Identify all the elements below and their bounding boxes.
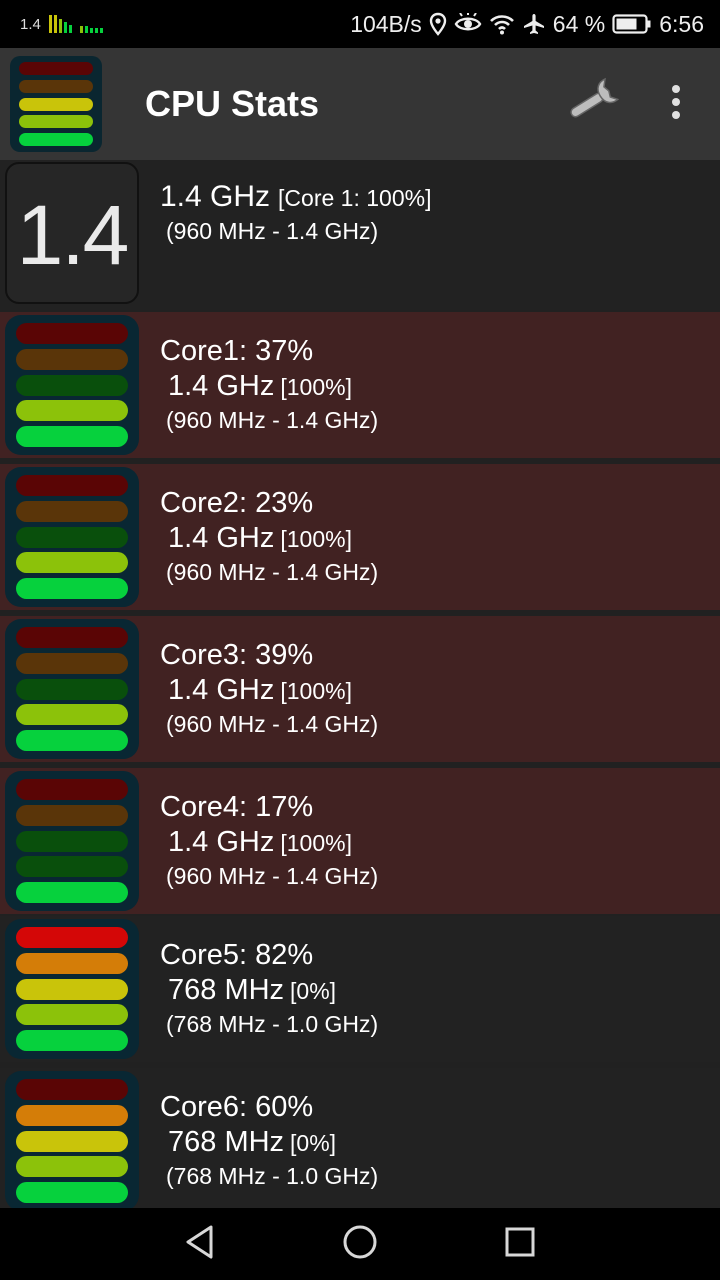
- core-frequency: 768 MHz: [168, 1126, 285, 1158]
- navigation-bar: [0, 1208, 720, 1280]
- core-frequency: 1.4 GHz: [168, 826, 275, 858]
- core-load-meter-icon: [5, 467, 139, 607]
- core-frequency-range: (960 MHz - 1.4 GHz): [166, 407, 379, 433]
- overall-frequency-range: (960 MHz - 1.4 GHz): [166, 218, 379, 244]
- recents-icon: [504, 1226, 536, 1263]
- wifi-icon: [489, 13, 515, 35]
- core-name-load: Core2: 23%: [160, 487, 314, 519]
- equalizer-small-icon: [79, 15, 103, 33]
- core-row[interactable]: Core6: 60% 768 MHz [0%] (768 MHz - 1.0 GH…: [0, 1068, 720, 1211]
- core-name-load: Core6: 60%: [160, 1091, 314, 1123]
- core-frequency: 1.4 GHz: [168, 674, 275, 706]
- status-indicators: 104B/s 64 % 6:56: [350, 0, 704, 48]
- core-name-load: Core1: 37%: [160, 335, 314, 367]
- status-notifications: 1.4: [20, 0, 103, 48]
- core-name-load: Core4: 17%: [160, 791, 314, 823]
- core-row[interactable]: Core2: 23% 1.4 GHz [100%] (960 MHz - 1.4 …: [0, 464, 720, 610]
- location-icon: [429, 12, 447, 36]
- wrench-icon: [560, 77, 622, 132]
- summary-text: 1.4 GHz [Core 1: 100%] (960 MHz - 1.4 GHz…: [160, 180, 431, 245]
- eye-icon: [454, 13, 482, 35]
- core-frequency-range: (960 MHz - 1.4 GHz): [166, 559, 379, 585]
- core-frequency-percent: [100%]: [280, 830, 352, 856]
- equalizer-icon: [48, 15, 72, 33]
- airplane-icon: [522, 12, 546, 36]
- app-logo-icon: [10, 56, 102, 152]
- core-load-meter-icon: [5, 315, 139, 455]
- core-row[interactable]: Core3: 39% 1.4 GHz [100%] (960 MHz - 1.4 …: [0, 616, 720, 762]
- core-row[interactable]: Core5: 82% 768 MHz [0%] (768 MHz - 1.0 GH…: [0, 916, 720, 1062]
- battery-icon: [612, 13, 652, 35]
- core-frequency-range: (960 MHz - 1.4 GHz): [166, 711, 379, 737]
- clock: 6:56: [659, 10, 704, 37]
- home-icon: [342, 1224, 378, 1265]
- back-button[interactable]: [160, 1216, 240, 1272]
- status-bar: 1.4 104B/s 64 % 6:56: [0, 0, 720, 48]
- cpu-notification-text: 1.4: [20, 15, 41, 33]
- core-frequency: 1.4 GHz: [168, 522, 275, 554]
- core-load-meter-icon: [5, 771, 139, 911]
- core-frequency: 768 MHz: [168, 974, 285, 1006]
- core-frequency-percent: [100%]: [280, 678, 352, 704]
- back-icon: [183, 1224, 217, 1265]
- overall-frequency-tile: 1.4: [5, 162, 139, 304]
- core-load-meter-icon: [5, 919, 139, 1059]
- core-frequency-percent: [100%]: [280, 374, 352, 400]
- top-core-detail: [Core 1: 100%]: [278, 185, 432, 211]
- overflow-menu-button[interactable]: [652, 76, 700, 132]
- core-frequency-percent: [0%]: [290, 978, 337, 1004]
- core-frequency-range: (768 MHz - 1.0 GHz): [166, 1011, 379, 1037]
- core-frequency-percent: [100%]: [280, 526, 352, 552]
- core-frequency-range: (768 MHz - 1.0 GHz): [166, 1163, 379, 1189]
- core-load-meter-icon: [5, 1071, 139, 1211]
- core-row[interactable]: Core4: 17% 1.4 GHz [100%] (960 MHz - 1.4 …: [0, 768, 720, 914]
- core-name-load: Core5: 82%: [160, 939, 314, 971]
- phone-screen: 1.4 104B/s 64 % 6:56 CPU Stats 1.4 1.4 G…: [0, 0, 720, 1280]
- summary-row[interactable]: 1.4 1.4 GHz [Core 1: 100%] (960 MHz - 1.4…: [0, 160, 720, 310]
- core-row[interactable]: Core1: 37% 1.4 GHz [100%] (960 MHz - 1.4 …: [0, 312, 720, 458]
- settings-button[interactable]: [558, 76, 624, 132]
- core-frequency-range: (960 MHz - 1.4 GHz): [166, 863, 379, 889]
- app-title: CPU Stats: [145, 83, 320, 124]
- battery-percent: 64 %: [552, 10, 606, 37]
- home-button[interactable]: [320, 1216, 400, 1272]
- more-vert-icon: [670, 84, 682, 125]
- overall-frequency: 1.4 GHz: [160, 180, 271, 213]
- app-bar: CPU Stats: [0, 48, 720, 160]
- core-frequency-percent: [0%]: [290, 1130, 337, 1156]
- core-frequency: 1.4 GHz: [168, 370, 275, 402]
- net-speed: 104B/s: [350, 10, 422, 37]
- recents-button[interactable]: [480, 1216, 560, 1272]
- core-load-meter-icon: [5, 619, 139, 759]
- core-name-load: Core3: 39%: [160, 639, 314, 671]
